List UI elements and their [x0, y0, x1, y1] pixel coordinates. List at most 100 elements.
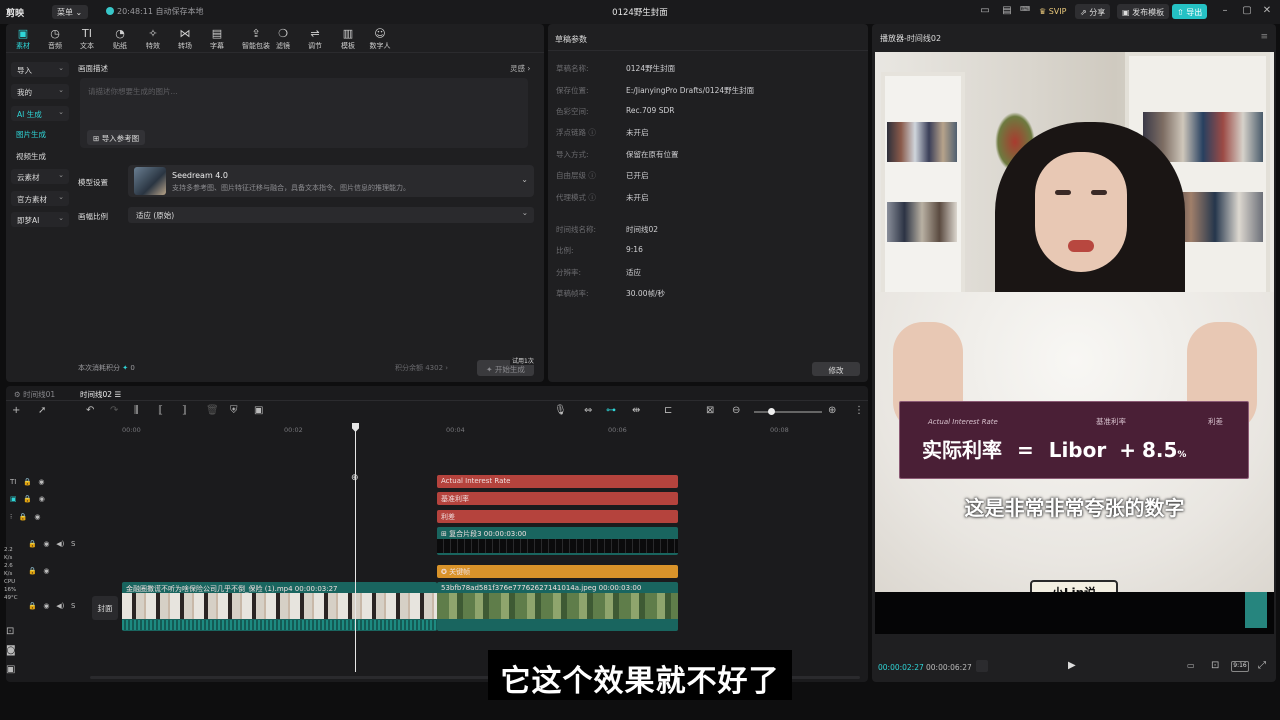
tab-effect[interactable]: ✧ 特效: [138, 28, 168, 52]
tab-transition[interactable]: ⋈ 转场: [170, 28, 200, 52]
sidebar-item[interactable]: 即梦AI ⌄: [11, 212, 69, 227]
share-button[interactable]: ⇗ 分享: [1075, 4, 1111, 19]
lock-icon[interactable]: 🔒: [23, 495, 32, 503]
model-thumbnail: [134, 167, 166, 195]
svip-button[interactable]: ♛ SVIP: [1034, 4, 1071, 19]
eye-icon[interactable]: ◉: [34, 513, 40, 521]
tab-filter[interactable]: ❍ 滤镜: [268, 28, 298, 52]
sidebar-item[interactable]: 云素材 ⌄: [11, 169, 69, 184]
text-clip-spread[interactable]: 利差: [437, 510, 678, 523]
sidebar-item[interactable]: 图片生成: [16, 129, 46, 140]
split-right-icon[interactable]: ⟧: [182, 405, 187, 416]
credit-balance[interactable]: 积分余额 4302 ›: [395, 363, 448, 373]
camera-icon[interactable]: ◙: [6, 645, 16, 656]
timecode-toggle[interactable]: [976, 660, 988, 672]
modify-button[interactable]: 修改: [812, 362, 860, 376]
lock-icon[interactable]: 🔒: [28, 540, 37, 548]
add-icon[interactable]: +: [12, 405, 20, 416]
monitor-icon[interactable]: ▤: [1000, 5, 1014, 18]
sidebar-item[interactable]: 官方素材 ⌄: [11, 191, 69, 206]
menu-icon[interactable]: ≡: [1260, 32, 1268, 42]
redo-icon[interactable]: ↷: [110, 405, 118, 416]
select-tool-icon[interactable]: ➚: [38, 405, 46, 416]
quality-icon[interactable]: ▭: [1187, 661, 1195, 670]
maximize-icon[interactable]: ▢: [1240, 5, 1254, 18]
eye-icon[interactable]: ◉: [43, 567, 49, 575]
split-left-icon[interactable]: ⟦: [158, 405, 163, 416]
more-icon[interactable]: ⋮: [854, 405, 864, 416]
preview-axis-icon[interactable]: ⊏: [664, 405, 672, 416]
video-preview[interactable]: Actual Interest Rate 基准利率 利差 实际利率 = Libo…: [875, 52, 1274, 634]
tab-template[interactable]: ▥ 模板: [333, 28, 363, 52]
ruler-tick-label: 00:04: [446, 426, 465, 434]
sidebar-item[interactable]: 我的 ⌄: [11, 84, 69, 99]
sidebar-item[interactable]: AI 生成 ⌄: [11, 106, 69, 121]
shield-icon[interactable]: ⛨: [230, 405, 238, 416]
play-icon[interactable]: ▶: [1068, 660, 1076, 671]
tab-adjust[interactable]: ⇌ 调节: [300, 28, 330, 52]
menu-button[interactable]: 菜单 ⌄: [52, 5, 88, 19]
capture-icon[interactable]: ▣: [254, 405, 263, 416]
screenshot-icon[interactable]: ⊡: [6, 626, 14, 637]
description-textarea[interactable]: 请描述你想要生成的图片... ⊞ 导入参考图: [80, 78, 528, 148]
volume-icon[interactable]: ◀): [56, 602, 64, 610]
undo-icon[interactable]: ↶: [86, 405, 94, 416]
layout-icon[interactable]: ▭: [978, 5, 992, 18]
text-clip-base-rate[interactable]: 基准利率: [437, 492, 678, 505]
zoom-slider[interactable]: [754, 411, 822, 413]
tab-caption[interactable]: ▤ 字幕: [202, 28, 232, 52]
export-button[interactable]: ⇧ 导出: [1172, 4, 1208, 19]
connect-icon[interactable]: ⇹: [632, 405, 640, 416]
ratio-button[interactable]: 9:16: [1231, 661, 1249, 672]
magnet-icon[interactable]: ⊶: [606, 405, 616, 416]
eye-icon[interactable]: ◉: [43, 602, 49, 610]
chevron-down-icon: ⌄: [75, 8, 83, 17]
compound-clip[interactable]: ⊞ 复合片段3 00:00:03:00: [437, 527, 678, 555]
zoom-slider-handle[interactable]: [768, 408, 775, 415]
volume-icon[interactable]: ◀): [56, 540, 64, 548]
fullscreen-fit-icon[interactable]: ⊡: [1211, 660, 1219, 671]
aspect-ratio-select[interactable]: 适应 (原始) ⌄: [128, 207, 534, 223]
record-icon[interactable]: ▣: [6, 664, 15, 675]
import-reference-button[interactable]: ⊞ 导入参考图: [87, 130, 146, 145]
share-icon: ⇗: [1080, 8, 1087, 17]
caption-edit-icon[interactable]: ⊠: [706, 405, 714, 416]
tab-digital-human[interactable]: ☺ 数字人: [365, 28, 395, 52]
cover-button[interactable]: 封面: [92, 596, 118, 620]
tab-timeline-02[interactable]: 时间线02 ☰: [80, 389, 121, 400]
publish-template-button[interactable]: ▣ 发布模板: [1117, 4, 1170, 19]
sidebar-item[interactable]: 视频生成: [16, 151, 46, 162]
model-selector[interactable]: Seedream 4.0 支持多参考图、图片特征迁移与融合，具备文本指令、图片信…: [128, 165, 534, 197]
tab-material[interactable]: ▣ 素材: [8, 28, 38, 52]
lock-icon[interactable]: 🔒: [23, 478, 32, 486]
tab-timeline-01[interactable]: ⚙ 时间线01: [14, 389, 55, 400]
playhead[interactable]: [355, 426, 356, 672]
tab-text[interactable]: TI 文本: [72, 28, 102, 52]
close-icon[interactable]: ✕: [1260, 5, 1274, 18]
microphone-icon[interactable]: 🎙: [554, 405, 567, 416]
eye-icon[interactable]: ◉: [38, 478, 44, 486]
video-clip-main[interactable]: 金融圈撒谎不听为啥保险公司几乎不倒_保险 (1).mp4 00:00:03:27: [122, 582, 437, 631]
image-clip[interactable]: 53bfb78ad581f376e77762627141014a.jpeg 00…: [437, 582, 678, 631]
sidebar-item[interactable]: 导入 ⌄: [11, 62, 69, 77]
effect-clip[interactable]: ✪ 关键帧: [437, 565, 678, 578]
lock-icon[interactable]: 🔒: [28, 602, 37, 610]
zoom-out-icon[interactable]: ⊖: [732, 405, 740, 416]
keyboard-icon[interactable]: ⌨: [1018, 5, 1032, 18]
split-icon[interactable]: ⫼: [134, 405, 139, 416]
tab-sticker[interactable]: ◔ 贴纸: [105, 28, 135, 52]
lock-icon[interactable]: 🔒: [19, 513, 28, 521]
adjust-icon: ⇌: [310, 27, 320, 40]
tab-label: 调节: [308, 42, 322, 50]
text-clip-actual-rate[interactable]: Actual Interest Rate: [437, 475, 678, 488]
zoom-in-icon[interactable]: ⊕: [828, 405, 836, 416]
minimize-icon[interactable]: –: [1218, 5, 1232, 18]
tab-audio[interactable]: ◷ 音频: [40, 28, 70, 52]
fullscreen-icon[interactable]: ⤢: [1258, 660, 1266, 671]
eye-icon[interactable]: ◉: [39, 495, 45, 503]
inspiration-link[interactable]: 灵感 ›: [510, 63, 530, 74]
delete-icon[interactable]: 🗑: [206, 405, 219, 416]
link-icon[interactable]: ⇔: [584, 405, 592, 416]
lock-icon[interactable]: 🔒: [28, 567, 37, 575]
eye-icon[interactable]: ◉: [43, 540, 49, 548]
